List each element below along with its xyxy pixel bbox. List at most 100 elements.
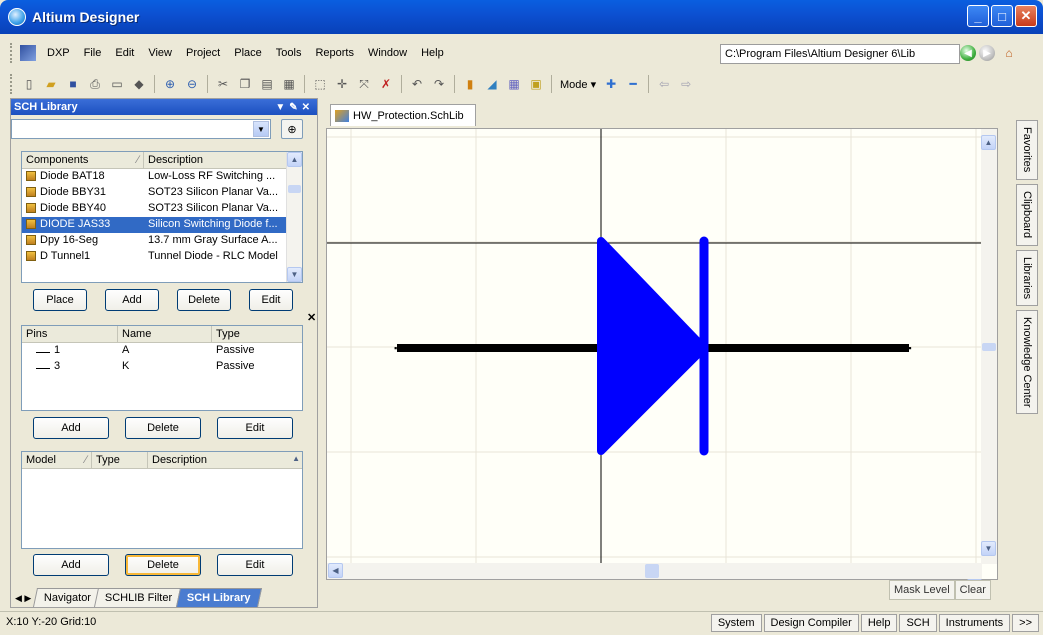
sch-button[interactable]: SCH — [899, 614, 937, 632]
delete-model-button[interactable]: Delete — [125, 554, 201, 576]
deselect-icon[interactable]: ⤧ — [355, 75, 373, 93]
edit-pin-button[interactable]: Edit — [217, 417, 293, 439]
toolbar-grip[interactable] — [10, 43, 14, 63]
move-icon[interactable]: ✛ — [333, 75, 351, 93]
copy-icon[interactable]: ❐ — [236, 75, 254, 93]
back-icon[interactable]: ◀ — [960, 45, 976, 61]
zoom-in-icon[interactable]: ⊕ — [161, 75, 179, 93]
more-button[interactable]: >> — [1012, 614, 1039, 632]
system-button[interactable]: System — [710, 614, 762, 632]
component-row[interactable]: Diode BBY40 SOT23 Silicon Planar Va... — [22, 201, 302, 217]
minimize-button[interactable]: _ — [967, 5, 989, 27]
diode-body-triangle[interactable] — [597, 237, 708, 455]
panel-close-icon[interactable]: ✕ — [302, 102, 314, 113]
tabs-scroll-icon[interactable]: ◀ ▶ — [11, 590, 35, 607]
component-row[interactable]: DIODE JAS33 Silicon Switching Diode f... — [22, 217, 302, 233]
pins-list[interactable]: Pins Name Type 1 A Passive 3 K Passive — [21, 325, 303, 411]
mode-dropdown[interactable]: Mode ▾ — [560, 78, 596, 91]
clear-button[interactable]: Clear — [954, 580, 991, 600]
zoom-out-icon[interactable]: ⊖ — [183, 75, 201, 93]
help-button[interactable]: Help — [860, 614, 898, 632]
tab-navigator[interactable]: Navigator — [33, 588, 103, 607]
instruments-button[interactable]: Instruments — [938, 614, 1011, 632]
menu-dxp[interactable]: DXP — [40, 47, 77, 59]
component-row[interactable]: Dpy 16-Seg 13.7 mm Gray Surface A... — [22, 233, 302, 249]
collapse-pins-icon[interactable]: ✕ — [307, 311, 316, 324]
delete-pin-button[interactable]: Delete — [125, 417, 201, 439]
col-pins[interactable]: Pins — [22, 326, 118, 342]
scroll-up-arrow[interactable]: ▲ — [287, 152, 302, 167]
pin-row[interactable]: 1 A Passive — [22, 343, 302, 359]
delete-component-button[interactable]: Delete — [177, 289, 231, 311]
schematic-canvas[interactable]: ▪▪ ▪▪ — [327, 129, 982, 564]
compile-icon[interactable]: ▮ — [461, 75, 479, 93]
menu-project[interactable]: Project — [179, 47, 227, 59]
scroll-up-arrow[interactable]: ▲ — [981, 135, 996, 150]
paste-icon[interactable]: ▤ — [258, 75, 276, 93]
tab-libraries[interactable]: Libraries — [1016, 250, 1038, 306]
tab-sch-library[interactable]: SCH Library — [175, 588, 262, 607]
print-preview-icon[interactable]: ▭ — [108, 75, 126, 93]
home-icon[interactable]: ⌂ — [1000, 44, 1018, 62]
open-device-icon[interactable]: ◆ — [130, 75, 148, 93]
document-tab[interactable]: HW_Protection.SchLib — [330, 104, 476, 126]
cut-icon[interactable]: ✂ — [214, 75, 232, 93]
menu-reports[interactable]: Reports — [308, 47, 361, 59]
library-icon[interactable]: ▣ — [527, 75, 545, 93]
open-folder-icon[interactable]: ▰ — [42, 75, 60, 93]
menu-place[interactable]: Place — [227, 47, 269, 59]
scroll-thumb[interactable] — [645, 564, 659, 578]
close-button[interactable]: ✕ — [1015, 5, 1037, 27]
drawing-tools-icon[interactable]: ◢ — [483, 75, 501, 93]
canvas-vertical-scrollbar[interactable]: ▲ ▼ — [981, 129, 997, 564]
menu-view[interactable]: View — [141, 47, 179, 59]
add-pin-button[interactable]: Add — [33, 417, 109, 439]
component-row[interactable]: Diode BBY31 SOT23 Silicon Planar Va... — [22, 185, 302, 201]
scroll-left-arrow[interactable]: ◀ — [328, 563, 343, 578]
tab-schlib-filter[interactable]: SCHLIB Filter — [94, 588, 184, 607]
menu-help[interactable]: Help — [414, 47, 451, 59]
component-row[interactable]: Diode BAT18 Low-Loss RF Switching ... — [22, 169, 302, 185]
prev-part-icon[interactable]: ⇦ — [655, 75, 673, 93]
clear-filter-icon[interactable]: ✗ — [377, 75, 395, 93]
add-component-button[interactable]: Add — [105, 289, 159, 311]
panel-menu-icon[interactable]: ▼ — [275, 102, 289, 113]
scroll-down-arrow[interactable]: ▼ — [287, 267, 302, 282]
edit-model-button[interactable]: Edit — [217, 554, 293, 576]
scroll-down-arrow[interactable]: ▼ — [981, 541, 996, 556]
next-part-icon[interactable]: ⇨ — [677, 75, 695, 93]
place-button[interactable]: Place — [33, 289, 87, 311]
menu-window[interactable]: Window — [361, 47, 414, 59]
toolbar-grip-2[interactable] — [10, 74, 14, 94]
component-filter-input[interactable]: ▼ — [11, 119, 271, 139]
tab-clipboard[interactable]: Clipboard — [1016, 184, 1038, 246]
print-icon[interactable]: ⎙ — [86, 75, 104, 93]
scroll-up-arrow[interactable]: ▲ — [292, 454, 300, 463]
components-list[interactable]: Components ∕ Description Diode BAT18 Low-… — [21, 151, 303, 283]
add-model-button[interactable]: Add — [33, 554, 109, 576]
edit-component-button[interactable]: Edit — [249, 289, 293, 311]
new-icon[interactable]: ▯ — [20, 75, 38, 93]
menu-tools[interactable]: Tools — [269, 47, 309, 59]
canvas-horizontal-scrollbar[interactable]: ◀ ▶ — [327, 563, 982, 594]
maximize-button[interactable]: □ — [991, 5, 1013, 27]
select-area-icon[interactable]: ⬚ — [311, 75, 329, 93]
tab-favorites[interactable]: Favorites — [1016, 120, 1038, 180]
col-name[interactable]: Name — [118, 326, 212, 342]
pin-icon[interactable]: ✎ — [289, 102, 301, 113]
remove-part-icon[interactable]: ━ — [624, 75, 642, 93]
col-components[interactable]: Components ∕ — [22, 152, 144, 168]
col-type[interactable]: Type — [212, 326, 302, 342]
menu-edit[interactable]: Edit — [108, 47, 141, 59]
pin-row[interactable]: 3 K Passive — [22, 359, 302, 375]
filter-dropdown-button[interactable]: ▼ — [253, 121, 269, 137]
models-list[interactable]: Model ∕ Type Description ▲ — [21, 451, 303, 549]
save-icon[interactable]: ■ — [64, 75, 82, 93]
col-model[interactable]: Model ∕ — [22, 452, 92, 468]
undo-icon[interactable]: ↶ — [408, 75, 426, 93]
col-model-description[interactable]: Description — [148, 452, 288, 468]
add-part-icon[interactable]: ✚ — [602, 75, 620, 93]
grid-icon[interactable]: ▦ — [505, 75, 523, 93]
rubber-stamp-icon[interactable]: ▦ — [280, 75, 298, 93]
filter-zoom-button[interactable]: ⊕ — [281, 119, 303, 139]
